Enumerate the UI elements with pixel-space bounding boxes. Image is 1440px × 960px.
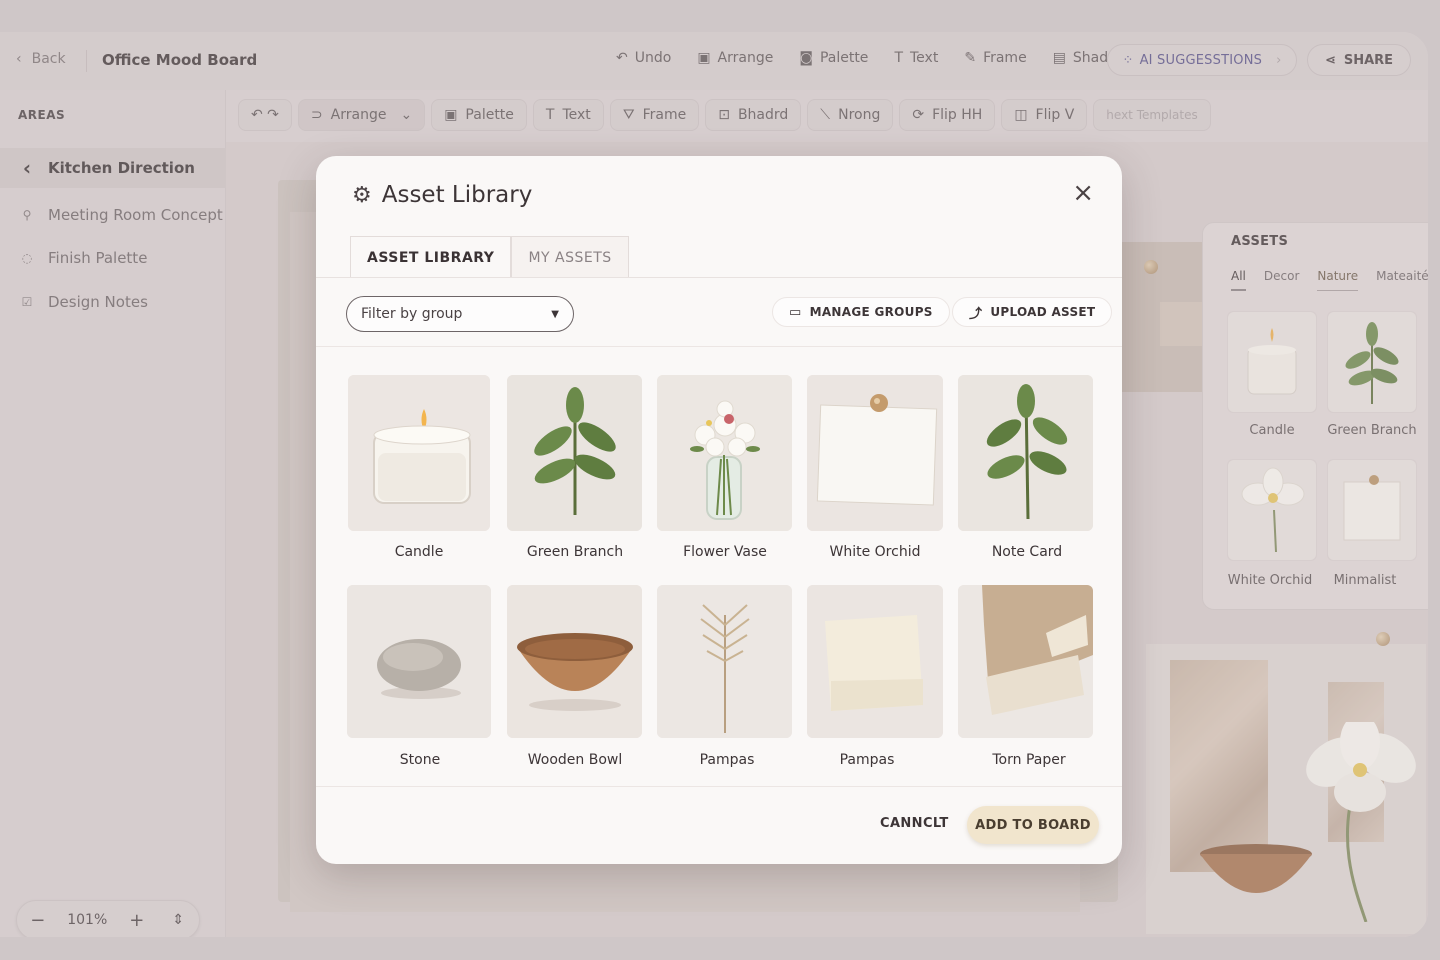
asset-label: Note Card (991, 544, 1063, 560)
asset-card-flower-vase[interactable] (657, 375, 792, 531)
asset-card-candle[interactable] (348, 375, 490, 531)
asset-label: Pampas (699, 752, 755, 768)
bowl-icon (507, 585, 642, 738)
modal-tabs: ASSET LIBRARY MY ASSETS (350, 236, 629, 278)
asset-label: White Orchid (829, 544, 921, 560)
note-card-icon (807, 375, 943, 531)
upload-asset-button[interactable]: ⤴ UPLOAD ASSET (952, 297, 1113, 327)
tab-asset-library[interactable]: ASSET LIBRARY (350, 236, 512, 278)
asset-label: Stone (399, 752, 441, 768)
asset-card-pampas[interactable] (657, 585, 792, 738)
branch-icon (958, 375, 1093, 531)
filter-placeholder: Filter by group (361, 306, 463, 322)
close-icon[interactable]: × (1072, 180, 1094, 206)
asset-label: Flower Vase (683, 544, 767, 560)
candle-icon (348, 375, 490, 531)
filter-by-group-select[interactable]: Filter by group ▼ (346, 296, 574, 332)
manage-groups-button[interactable]: ▭ MANAGE GROUPS (772, 297, 950, 327)
torn-paper-icon (958, 585, 1093, 738)
asset-label: Wooden Bowl (527, 752, 623, 768)
asset-label: Torn Paper (992, 752, 1066, 768)
manage-groups-label: MANAGE GROUPS (809, 305, 933, 319)
tab-my-assets[interactable]: MY ASSETS (511, 236, 629, 278)
branch-icon (507, 375, 642, 531)
paper-icon (807, 585, 943, 738)
asset-library-modal: ⚙ Asset Library × ASSET LIBRARY MY ASSET… (316, 156, 1122, 864)
asset-label: Pampas (839, 752, 895, 768)
divider (316, 346, 1122, 347)
asset-card-note-card[interactable] (958, 375, 1093, 531)
asset-label: Green Branch (526, 544, 624, 560)
asset-label: Candle (394, 544, 444, 560)
upload-icon: ⤴ (969, 306, 983, 322)
asset-card-green-branch[interactable] (507, 375, 642, 531)
asset-card-pampas-paper[interactable] (807, 585, 943, 738)
asset-card-torn-paper[interactable] (958, 585, 1093, 738)
asset-card-wooden-bowl[interactable] (507, 585, 642, 738)
gear-icon: ⚙ (352, 182, 372, 208)
asset-card-stone[interactable] (347, 585, 491, 738)
cancel-button[interactable]: CANNCLT (880, 816, 949, 831)
divider (316, 786, 1122, 787)
stone-icon (347, 585, 491, 738)
modal-header: ⚙ Asset Library (352, 182, 532, 208)
add-to-board-button[interactable]: ADD TO BOARD (967, 806, 1099, 844)
divider (316, 277, 1122, 278)
monitor-icon: ▭ (789, 304, 802, 320)
vase-icon (657, 375, 792, 531)
upload-asset-label: UPLOAD ASSET (990, 305, 1096, 319)
pampas-icon (657, 585, 792, 738)
modal-title: Asset Library (381, 182, 533, 208)
chevron-down-icon: ▼ (551, 308, 559, 320)
asset-card-white-orchid[interactable] (807, 375, 943, 531)
